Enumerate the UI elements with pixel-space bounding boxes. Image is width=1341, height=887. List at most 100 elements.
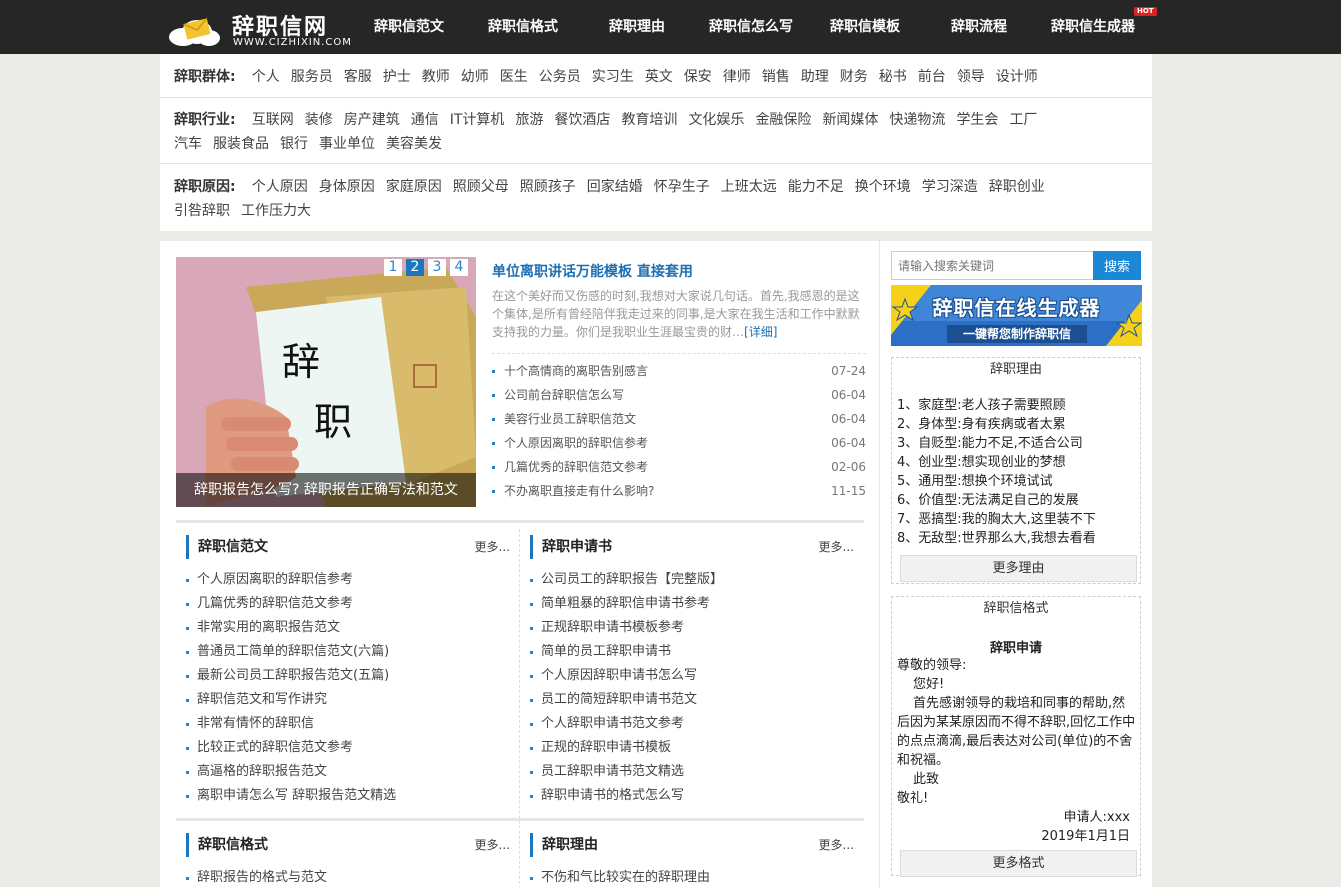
list-item[interactable]: 辞职信范文和写作讲究	[186, 688, 520, 712]
search-button[interactable]: 搜索	[1093, 251, 1141, 280]
list-item[interactable]: 比较正式的辞职信范文参考	[186, 736, 520, 760]
site-logo[interactable]: 辞职信网 WWW.CIZHIXIN.COM	[164, 3, 364, 51]
list-item[interactable]: 高逼格的辞职报告范文	[186, 760, 520, 784]
filter-option[interactable]: 秘书	[879, 65, 907, 89]
latest-item[interactable]: 几篇优秀的辞职信范文参考 02-06	[492, 455, 866, 479]
search-input[interactable]	[891, 251, 1094, 280]
list-item[interactable]: 正规辞职申请书模板参考	[530, 616, 864, 640]
list-item[interactable]: 简单粗暴的辞职信申请书参考	[530, 592, 864, 616]
generator-banner[interactable]: 辞职信在线生成器 一键帮您制作辞职信	[891, 285, 1142, 346]
list-item[interactable]: 不伤和气比较实在的辞职理由	[530, 866, 864, 887]
list-item[interactable]: 公司员工的辞职报告【完整版】	[530, 568, 864, 592]
filter-option[interactable]: 回家结婚	[587, 175, 643, 199]
nav-letter-templates[interactable]: 辞职信模板	[830, 0, 900, 54]
more-formats-button[interactable]: 更多格式	[900, 850, 1137, 877]
nav-resign-reasons[interactable]: 辞职理由	[609, 0, 665, 54]
filter-option[interactable]: 服装食品	[213, 132, 269, 156]
list-item[interactable]: 员工辞职申请书范文精选	[530, 760, 864, 784]
filter-option[interactable]: 设计师	[996, 65, 1038, 89]
list-item[interactable]: 非常有情怀的辞职信	[186, 712, 520, 736]
list-item[interactable]: 辞职报告的格式与范文	[186, 866, 520, 887]
filter-option[interactable]: 教育培训	[621, 108, 677, 132]
filter-option[interactable]: 学习深造	[922, 175, 978, 199]
filter-option[interactable]: 身体原因	[319, 175, 375, 199]
filter-option[interactable]: 家庭原因	[386, 175, 442, 199]
filter-option[interactable]: 旅游	[515, 108, 543, 132]
latest-item-title[interactable]: 几篇优秀的辞职信范文参考	[504, 460, 648, 474]
box-more-link[interactable]: 更多...	[475, 833, 510, 857]
list-item[interactable]: 最新公司员工辞职报告范文(五篇)	[186, 664, 520, 688]
latest-item-title[interactable]: 公司前台辞职信怎么写	[504, 388, 624, 402]
filter-option[interactable]: 银行	[280, 132, 308, 156]
filter-option[interactable]: 引咎辞职	[174, 199, 230, 223]
filter-option[interactable]: 照顾父母	[453, 175, 509, 199]
list-item[interactable]: 普通员工简单的辞职信范文(六篇)	[186, 640, 520, 664]
filter-option[interactable]: 英文	[645, 65, 673, 89]
latest-item[interactable]: 个人原因离职的辞职信参考 06-04	[492, 431, 866, 455]
filter-option[interactable]: 护士	[383, 65, 411, 89]
latest-item-title[interactable]: 十个高情商的离职告别感言	[504, 364, 648, 378]
filter-option[interactable]: 辞职创业	[989, 175, 1045, 199]
filter-option[interactable]: 领导	[957, 65, 985, 89]
filter-option[interactable]: 客服	[344, 65, 372, 89]
list-item[interactable]: 非常实用的离职报告范文	[186, 616, 520, 640]
filter-option[interactable]: 通信	[411, 108, 439, 132]
latest-item[interactable]: 美容行业员工辞职信范文 06-04	[492, 407, 866, 431]
featured-slide[interactable]: 辞 职 1234 辞职报告怎么写? 辞职报告正确写法和范文	[176, 257, 476, 507]
filter-option[interactable]: 财务	[840, 65, 868, 89]
nav-letter-generator[interactable]: 辞职信生成器	[1051, 0, 1135, 54]
filter-option[interactable]: 实习生	[592, 65, 634, 89]
filter-option[interactable]: 金融保险	[755, 108, 811, 132]
list-item[interactable]: 几篇优秀的辞职信范文参考	[186, 592, 520, 616]
filter-option[interactable]: 个人	[252, 65, 280, 89]
filter-option[interactable]: 个人原因	[252, 175, 308, 199]
filter-option[interactable]: 房产建筑	[344, 108, 400, 132]
headline-title[interactable]: 单位离职讲话万能模板 直接套用	[492, 261, 866, 281]
list-item[interactable]: 离职申请怎么写 辞职报告范文精选	[186, 784, 520, 808]
list-item[interactable]: 简单的员工辞职申请书	[530, 640, 864, 664]
filter-option[interactable]: 幼师	[461, 65, 489, 89]
filter-option[interactable]: 美容美发	[386, 132, 442, 156]
filter-option[interactable]: 公务员	[539, 65, 581, 89]
filter-option[interactable]: 能力不足	[788, 175, 844, 199]
filter-option[interactable]: 医生	[500, 65, 528, 89]
latest-item-title[interactable]: 个人原因离职的辞职信参考	[504, 436, 648, 450]
latest-item[interactable]: 公司前台辞职信怎么写 06-04	[492, 383, 866, 407]
list-item[interactable]: 个人原因离职的辞职信参考	[186, 568, 520, 592]
filter-option[interactable]: 学生会	[956, 108, 998, 132]
nav-sample-letters[interactable]: 辞职信范文	[374, 0, 444, 54]
filter-option[interactable]: 文化娱乐	[688, 108, 744, 132]
latest-item[interactable]: 十个高情商的离职告别感言 07-24	[492, 359, 866, 383]
list-item[interactable]: 个人辞职申请书范文参考	[530, 712, 864, 736]
nav-how-to-write[interactable]: 辞职信怎么写	[709, 0, 793, 54]
slide-page-2[interactable]: 2	[406, 259, 424, 276]
filter-option[interactable]: 换个环境	[855, 175, 911, 199]
filter-option[interactable]: 工厂	[1009, 108, 1037, 132]
filter-option[interactable]: 互联网	[252, 108, 294, 132]
filter-option[interactable]: 快递物流	[889, 108, 945, 132]
filter-option[interactable]: 销售	[762, 65, 790, 89]
filter-option[interactable]: 事业单位	[319, 132, 375, 156]
latest-item-title[interactable]: 不办离职直接走有什么影响?	[504, 484, 654, 498]
box-more-link[interactable]: 更多...	[819, 535, 854, 559]
filter-option[interactable]: 餐饮酒店	[554, 108, 610, 132]
filter-option[interactable]: 新闻媒体	[822, 108, 878, 132]
filter-option[interactable]: 工作压力大	[241, 199, 311, 223]
slide-page-1[interactable]: 1	[384, 259, 402, 276]
filter-option[interactable]: 律师	[723, 65, 751, 89]
list-item[interactable]: 辞职申请书的格式怎么写	[530, 784, 864, 808]
list-item[interactable]: 员工的简短辞职申请书范文	[530, 688, 864, 712]
list-item[interactable]: 个人原因辞职申请书怎么写	[530, 664, 864, 688]
filter-option[interactable]: IT计算机	[450, 108, 505, 132]
filter-option[interactable]: 保安	[684, 65, 712, 89]
filter-option[interactable]: 照顾孩子	[520, 175, 576, 199]
filter-option[interactable]: 前台	[918, 65, 946, 89]
more-reasons-button[interactable]: 更多理由	[900, 555, 1137, 582]
slide-page-4[interactable]: 4	[450, 259, 468, 276]
filter-option[interactable]: 服务员	[291, 65, 333, 89]
headline-more-link[interactable]: [详细]	[744, 325, 777, 339]
latest-item[interactable]: 不办离职直接走有什么影响? 11-15	[492, 479, 866, 503]
filter-option[interactable]: 装修	[305, 108, 333, 132]
slide-caption[interactable]: 辞职报告怎么写? 辞职报告正确写法和范文	[176, 473, 476, 507]
latest-item-title[interactable]: 美容行业员工辞职信范文	[504, 412, 636, 426]
